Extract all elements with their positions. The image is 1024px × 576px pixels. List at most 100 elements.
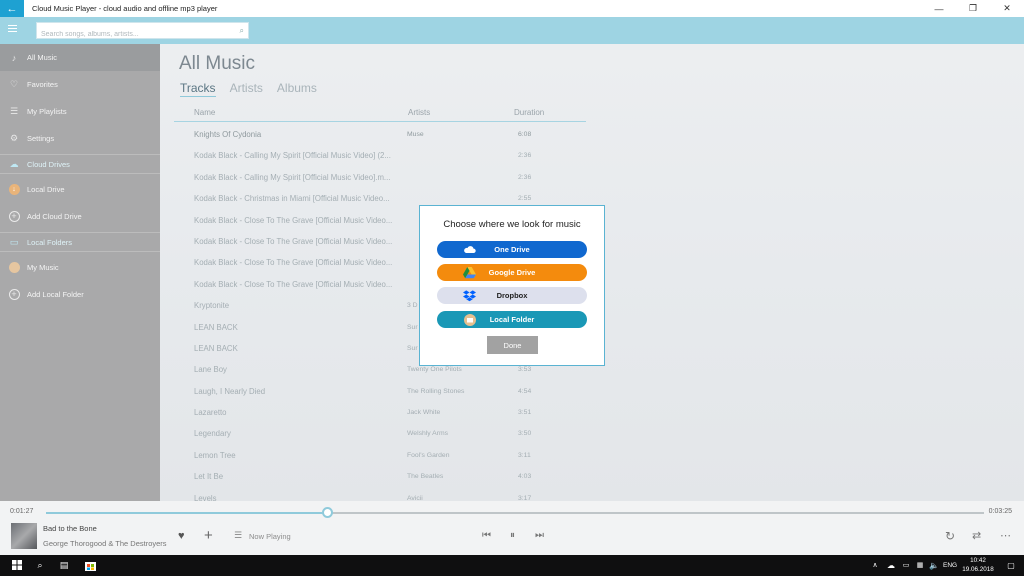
notification-icon[interactable]: ▢ xyxy=(1004,558,1018,572)
back-arrow-icon: ← xyxy=(6,2,18,15)
playlist-icon: ☰ xyxy=(9,106,19,116)
sidebar-section-label: Local Folders xyxy=(27,237,73,247)
add-icon[interactable]: + xyxy=(204,527,213,544)
clock-date: 19.06.2018 xyxy=(962,565,994,573)
clock-time: 10:42 xyxy=(970,557,986,564)
repeat-icon[interactable]: ↻ xyxy=(945,529,955,543)
table-row[interactable]: Lazaretto Jack White 3:51 xyxy=(174,402,586,423)
column-header-artists[interactable]: Artists xyxy=(408,108,430,117)
sidebar-item-my-music[interactable]: My Music xyxy=(0,254,160,281)
volume-icon[interactable]: 🔈 xyxy=(927,558,941,572)
sidebar-item-label: Favorites xyxy=(27,80,58,89)
tray-chevron-icon[interactable]: ∧ xyxy=(868,558,882,572)
track-artist: George Thorogood & The Destroyers xyxy=(43,539,167,548)
total-time: 0:03:25 xyxy=(988,508,1012,515)
tab-bar: Tracks Artists Albums xyxy=(180,81,317,97)
seek-bar[interactable] xyxy=(46,507,984,518)
network-icon[interactable]: ▦ xyxy=(913,558,927,572)
queue-icon[interactable]: ☰ xyxy=(234,530,242,541)
pause-icon[interactable]: ⏸ xyxy=(510,530,515,541)
clock[interactable]: 10:42 19.06.2018 xyxy=(962,557,994,574)
seek-bar-thumb[interactable] xyxy=(322,507,334,518)
track-name-cell: Laugh, I Nearly Died xyxy=(194,386,266,396)
table-row[interactable]: Levels Avicii 3:17 xyxy=(174,488,586,501)
search-icon[interactable]: ⌕ xyxy=(240,26,244,36)
plus-icon-wrap: + xyxy=(8,211,20,223)
table-row[interactable]: Let It Be The Beatles 4:03 xyxy=(174,466,586,487)
back-button[interactable]: ← xyxy=(0,0,24,17)
sidebar-item-label: Settings xyxy=(27,134,55,143)
track-name-cell: Levels xyxy=(194,493,217,501)
track-name-cell: Kodak Black - Close To The Grave [Offici… xyxy=(194,258,393,268)
track-name-cell: Lane Boy xyxy=(194,365,227,375)
shuffle-icon[interactable]: ⇄ xyxy=(972,529,981,542)
column-header-duration[interactable]: Duration xyxy=(514,108,544,117)
done-button[interactable]: Done xyxy=(487,336,538,354)
search-box[interactable]: ⌕ xyxy=(36,22,249,42)
column-header-name[interactable]: Name xyxy=(194,108,215,117)
sidebar-item-all-music[interactable]: ♪ All Music xyxy=(0,44,160,71)
local-folder-button[interactable]: Local Folder xyxy=(437,311,587,328)
track-artist-cell: Muse xyxy=(407,131,424,138)
track-artist-cell: Welshly Arms xyxy=(407,430,449,438)
windows-start-icon[interactable] xyxy=(10,558,24,572)
track-name-cell: Lemon Tree xyxy=(194,450,236,460)
track-name-cell: Kryptonite xyxy=(194,301,230,311)
sidebar-item-add-local-folder[interactable]: + Add Local Folder xyxy=(0,281,160,308)
drive-icon: ↓ xyxy=(8,184,20,195)
track-duration-cell: 3:53 xyxy=(518,366,532,374)
sidebar-item-my-playlists[interactable]: ☰ My Playlists xyxy=(0,98,160,125)
next-track-icon[interactable]: ⏭ xyxy=(535,530,544,541)
dropbox-button[interactable]: Dropbox xyxy=(437,287,587,304)
plus-icon-wrap: + xyxy=(8,289,20,301)
top-bar: ⌕ xyxy=(0,17,1024,44)
taskbar-search-icon[interactable]: ⌕ xyxy=(33,558,47,572)
sidebar-section-local-folders: ▭ Local Folders xyxy=(0,232,160,252)
table-row[interactable]: Kodak Black - Calling My Spirit [Officia… xyxy=(174,167,586,188)
tab-tracks[interactable]: Tracks xyxy=(180,81,216,97)
google-drive-icon xyxy=(463,266,476,279)
onedrive-tray-icon[interactable]: ☁ xyxy=(884,558,898,572)
player-bar: 0:01:27 0:03:25 Bad to the Bone George T… xyxy=(0,501,1024,555)
tab-artists[interactable]: Artists xyxy=(230,81,263,97)
plus-icon: + xyxy=(8,289,20,300)
track-duration-cell: 4:54 xyxy=(518,387,532,395)
more-options-icon[interactable]: ⋯ xyxy=(1000,529,1011,542)
music-note-icon: ♪ xyxy=(11,52,17,63)
sidebar-item-favorites[interactable]: ♡ Favorites xyxy=(0,71,160,98)
maximize-button[interactable]: ❐ xyxy=(956,0,990,17)
task-view-icon[interactable]: ▤ xyxy=(57,558,71,572)
search-input[interactable] xyxy=(37,27,227,42)
track-name-cell: Lazaretto xyxy=(194,408,227,418)
sidebar-item-label: Add Cloud Drive xyxy=(27,212,82,221)
table-row[interactable]: Kodak Black - Calling My Spirit [Officia… xyxy=(174,145,586,166)
hamburger-menu-icon[interactable] xyxy=(8,25,17,32)
previous-track-icon[interactable]: ⏮ xyxy=(482,530,491,541)
table-row[interactable]: Laugh, I Nearly Died The Rolling Stones 4:… xyxy=(174,381,586,402)
track-name-cell: Let It Be xyxy=(194,472,224,482)
sidebar-item-settings[interactable]: ⚙ Settings xyxy=(0,125,160,152)
dialog-title: Choose where we look for music xyxy=(443,219,581,230)
store-icon[interactable] xyxy=(83,558,97,572)
table-header: Name Artists Duration xyxy=(174,105,586,122)
now-playing-button[interactable]: Now Playing xyxy=(249,532,291,541)
table-row[interactable]: Knights Of Cydonia Muse 6:08 xyxy=(174,124,586,145)
heart-icon[interactable]: ♥ xyxy=(178,530,185,542)
track-name-cell: Kodak Black - Christmas in Miami [Offici… xyxy=(194,194,390,204)
tab-albums[interactable]: Albums xyxy=(277,81,317,97)
sidebar-item-add-cloud-drive[interactable]: + Add Cloud Drive xyxy=(0,203,160,230)
dropbox-icon xyxy=(463,289,476,302)
onedrive-button[interactable]: One Drive xyxy=(437,241,587,258)
battery-icon[interactable]: ▭ xyxy=(899,558,913,572)
close-button[interactable]: ✕ xyxy=(990,0,1024,17)
table-row[interactable]: Lemon Tree Fool's Garden 3:11 xyxy=(174,445,586,466)
sidebar-item-local-drive[interactable]: ↓ Local Drive xyxy=(0,176,160,203)
plus-icon: + xyxy=(8,211,20,222)
table-row[interactable]: Legendary Welshly Arms 3:50 xyxy=(174,423,586,444)
language-indicator[interactable]: ENG xyxy=(943,562,957,569)
track-artist-cell: Twenty One Pilots xyxy=(407,366,462,374)
minimize-button[interactable]: — xyxy=(922,0,956,17)
google-drive-button[interactable]: Google Drive xyxy=(437,264,587,281)
track-duration-cell: 3:51 xyxy=(518,409,532,417)
album-art[interactable] xyxy=(11,523,37,549)
